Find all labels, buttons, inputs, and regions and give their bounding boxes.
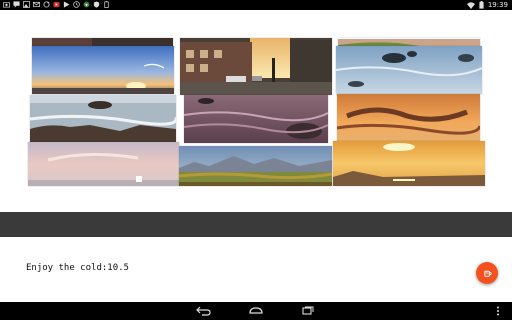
clock-icon <box>73 1 80 8</box>
photo-mountain-valley[interactable] <box>179 146 332 186</box>
youtube-icon <box>53 1 60 8</box>
sync-icon <box>43 1 50 8</box>
photo-golden-sunset[interactable] <box>333 141 485 186</box>
score-label: Enjoy the cold:10.5 <box>26 263 129 273</box>
photo-pastel-sky[interactable] <box>28 142 179 186</box>
wifi-icon <box>466 1 475 9</box>
system-icons: 19:39 <box>466 0 508 10</box>
info-panel: Enjoy the cold:10.5 <box>0 237 512 302</box>
photo-orange-clouds[interactable] <box>337 94 480 142</box>
photo-collage <box>0 10 512 213</box>
recents-icon <box>302 306 314 315</box>
shield-icon <box>93 1 100 8</box>
photo-rocky-waves[interactable] <box>30 95 176 143</box>
play-icon <box>63 1 70 8</box>
overflow-menu-button[interactable] <box>492 304 504 318</box>
battery-saver-icon <box>104 1 109 8</box>
photo-sea-rocks-blue[interactable] <box>336 46 482 94</box>
photo-sunset-beach[interactable] <box>32 46 174 94</box>
fab-button[interactable] <box>476 262 498 284</box>
home-button[interactable] <box>246 304 266 318</box>
recents-button[interactable] <box>298 304 318 318</box>
mail-icon <box>33 1 40 8</box>
overflow-icon <box>497 306 499 316</box>
back-button[interactable] <box>194 304 214 318</box>
camera-icon <box>3 2 10 8</box>
clock-time: 19:39 <box>487 1 508 9</box>
home-icon <box>249 307 263 314</box>
cup-icon <box>483 270 492 277</box>
photo-pink-rocks[interactable] <box>184 95 328 143</box>
battery-icon <box>479 1 484 9</box>
divider-bar <box>0 212 512 237</box>
chat-icon <box>13 1 20 8</box>
status-bar: 19:39 <box>0 0 512 10</box>
image-icon <box>23 1 30 8</box>
back-icon <box>196 306 211 316</box>
navigation-bar <box>0 302 512 320</box>
notification-icons <box>3 1 110 8</box>
photo-street-buildings[interactable] <box>180 38 332 95</box>
download-icon <box>83 1 90 8</box>
